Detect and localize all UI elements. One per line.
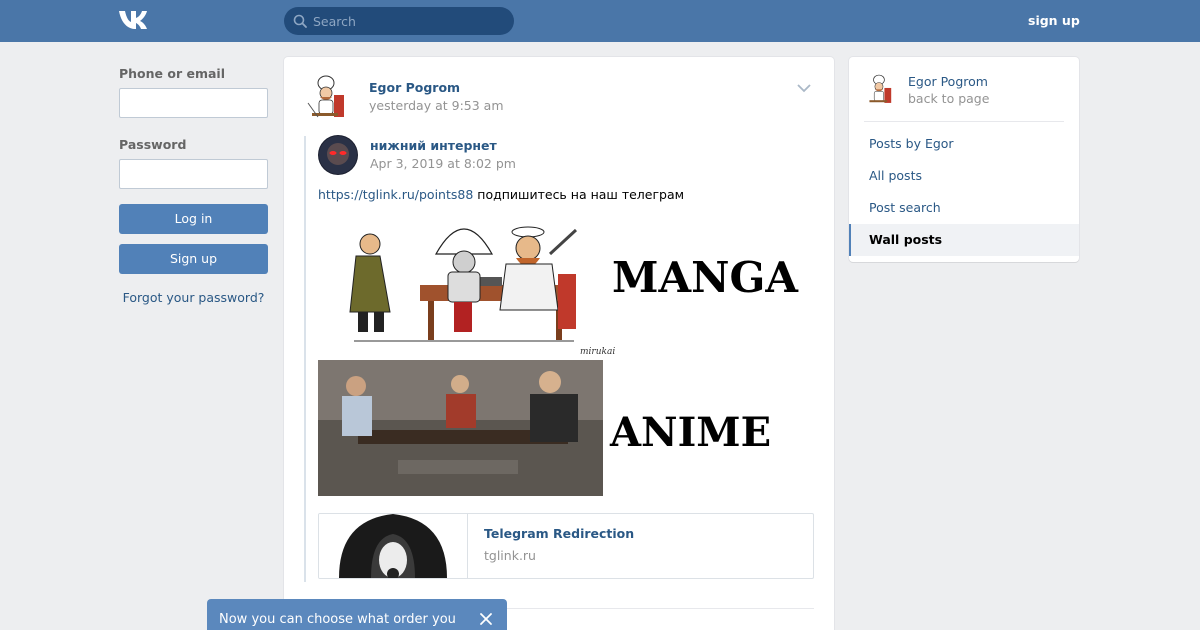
artist-signature: mirukai [580, 347, 615, 357]
phone-email-field[interactable] [119, 88, 268, 118]
manga-anime-meme-picture: mirukai MANGA ANIME [318, 214, 810, 496]
link-domain: tglink.ru [484, 548, 536, 563]
password-field[interactable] [119, 159, 268, 189]
link-card[interactable]: Telegram Redirection tglink.ru [318, 513, 814, 579]
back-to-page-link[interactable]: back to page [908, 91, 989, 106]
close-icon[interactable] [479, 612, 493, 626]
anime-caption: ANIME [609, 409, 771, 456]
red-eyes-avatar-icon [319, 136, 357, 174]
chevron-down-icon[interactable] [796, 83, 812, 93]
phone-email-label: Phone or email [119, 66, 225, 81]
signup-header-link[interactable]: sign up [1028, 13, 1080, 28]
repost-author-avatar[interactable] [318, 135, 358, 175]
link-title[interactable]: Telegram Redirection [484, 526, 634, 541]
login-button[interactable]: Log in [119, 204, 268, 234]
search-icon [293, 14, 307, 28]
wall-post: Egor Pogrom yesterday at 9:53 am нижний … [284, 57, 834, 630]
repost-author-name[interactable]: нижний интернет [370, 138, 497, 153]
post-text: https://tglink.ru/points88 подпишитесь н… [318, 187, 684, 202]
sidebar-item-posts-by-egor[interactable]: Posts by Egor [849, 128, 1079, 160]
post-link[interactable]: https://tglink.ru/points88 [318, 187, 473, 202]
meme-image[interactable]: mirukai MANGA ANIME [318, 214, 810, 496]
link-thumbnail [319, 514, 468, 578]
top-header: sign up [0, 0, 1200, 42]
repost-border [304, 136, 306, 582]
sidebar-divider [864, 121, 1064, 122]
password-label: Password [119, 137, 187, 152]
search-bar[interactable] [284, 7, 514, 35]
toast-text: Now you can choose what order you [219, 612, 456, 627]
sidebar-item-wall-posts[interactable]: Wall posts [849, 224, 1079, 256]
signup-button[interactable]: Sign up [119, 244, 268, 274]
sidebar-item-post-search[interactable]: Post search [849, 192, 1079, 224]
owner-avatar[interactable] [864, 73, 898, 107]
login-panel: Phone or email Password Log in Sign up F… [119, 66, 268, 305]
search-input[interactable] [313, 13, 503, 29]
hooded-figure-icon [339, 514, 447, 578]
vk-logo-icon[interactable] [118, 9, 152, 31]
forgot-password-link[interactable]: Forgot your password? [119, 290, 268, 305]
chef-cartoon-icon [869, 74, 892, 103]
repost-date[interactable]: Apr 3, 2019 at 8:02 pm [370, 156, 516, 171]
wall-menu: Egor Pogrom back to page Posts by Egor A… [849, 57, 1079, 262]
notification-toast: Now you can choose what order you [207, 599, 507, 630]
post-date[interactable]: yesterday at 9:53 am [369, 98, 504, 113]
post-text-body: подпишитесь на наш телеграм [473, 187, 685, 202]
manga-caption: MANGA [612, 253, 799, 302]
sidebar-item-all-posts[interactable]: All posts [849, 160, 1079, 192]
owner-name[interactable]: Egor Pogrom [908, 74, 988, 89]
post-author-name[interactable]: Egor Pogrom [369, 80, 460, 95]
author-avatar[interactable] [304, 73, 354, 123]
chef-cartoon-icon [307, 75, 344, 118]
